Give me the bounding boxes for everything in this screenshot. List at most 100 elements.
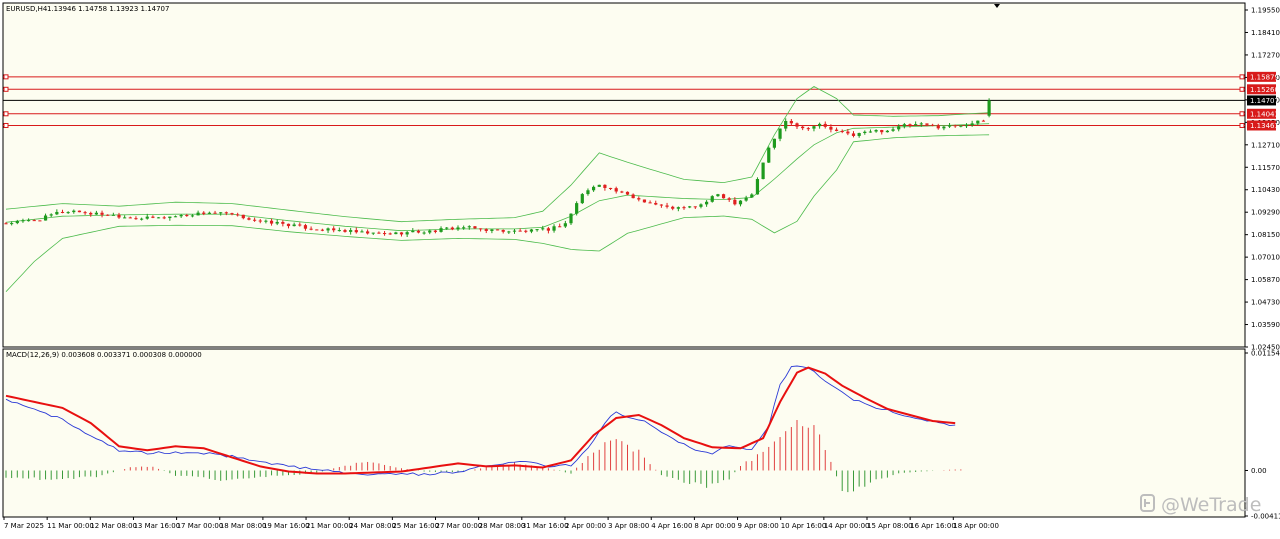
candle-body [529,229,534,232]
candle-body [405,232,409,235]
candle-body [479,228,483,230]
price-tag-label: 1.14707 [1250,97,1279,105]
candle-body [433,230,437,232]
candle-body [693,206,697,208]
x-tick-label: 25 Mar 16:00 [392,522,439,530]
candle-body [128,217,132,219]
candle-body [851,133,856,136]
candle-body [863,131,867,134]
candle-body [931,124,935,126]
candle-body [332,228,336,231]
candle-body [688,206,692,208]
level-handle-right [1239,122,1245,128]
level-handle-left [3,74,9,80]
candle-body [264,220,268,222]
candle-body [738,200,743,205]
candle-body [106,214,110,216]
candle-body [727,198,731,200]
candle-body [891,129,895,131]
watermark-text: @WeTrade [1161,494,1261,516]
candle-body [541,228,545,230]
candle-body [462,227,466,229]
candle-body [857,133,861,136]
candle-body [185,215,189,217]
candle-body [349,230,353,232]
candle-body [43,215,48,221]
candle-body [597,184,601,187]
x-tick-label: 13 Mar 16:00 [133,522,180,530]
candle-body [422,232,426,234]
candle-body [428,230,432,233]
candle-body [761,162,765,180]
y-tick-label: 1.08150 [1251,231,1280,239]
main-chart-area[interactable] [2,2,1246,348]
candle-body [507,231,511,233]
candle-body [168,216,172,219]
candle-body [829,126,833,130]
candle-body [942,126,946,129]
candle-body [699,204,703,207]
x-tick-label: 17 Mar 00:00 [177,522,224,530]
candle-body [286,223,291,227]
candle-body [806,128,810,130]
candle-body [77,210,82,213]
y-tick-label: 1.18410 [1251,29,1280,37]
candle-body [846,131,850,134]
candle-body [552,226,556,231]
candle-body [665,205,669,207]
candle-body [671,206,675,209]
x-tick-label: 4 Apr 16:00 [651,522,692,530]
candle-body [976,120,980,124]
candle-body [750,194,754,198]
macd-panel-area[interactable] [2,348,1246,518]
candle-body [439,228,443,232]
candle-body [173,216,178,218]
macd-y-tick-label: 0.00 [1251,467,1267,475]
x-tick-label: 19 Mar 16:00 [263,522,310,530]
candle-body [72,210,76,213]
y-tick-label: 1.19550 [1251,7,1280,15]
candle-body [236,214,240,216]
candle-body [298,224,302,226]
candle-body [880,130,884,133]
candle-body [371,232,375,234]
candle-body [490,229,494,231]
candle-body [83,212,87,214]
candle-body [467,226,471,228]
candle-body [908,124,912,126]
level-handle-right [1239,111,1245,117]
candle-body [399,232,404,235]
candle-body [473,226,477,229]
candle-body [366,231,370,234]
candle-body [987,100,991,116]
candle-body [484,229,488,231]
price-tag-label: 1.15879 [1250,73,1279,81]
candle-body [21,220,25,222]
candle-body [207,212,211,214]
candle-body [778,128,782,139]
candle-body [326,228,330,231]
x-tick-label: 16 Apr 16:00 [910,522,956,530]
candle-body [625,191,630,195]
level-handle-left [3,122,9,128]
candle-body [518,230,522,232]
candle-body [213,212,217,214]
candle-body [258,220,262,222]
candle-body [190,215,195,217]
candle-body [162,217,166,219]
candle-body [292,224,296,227]
price-tag-label: 1.14043 [1250,110,1279,118]
level-handle-left [3,86,9,92]
x-tick-label: 18 Apr 00:00 [953,522,999,530]
x-tick-label: 31 Mar 16:00 [522,522,569,530]
candle-body [936,125,940,129]
x-tick-label: 9 Apr 08:00 [738,522,779,530]
candle-body [38,220,42,222]
candle-body [416,230,421,233]
y-tick-label: 1.12710 [1251,141,1280,149]
candle-body [575,203,579,214]
price-chart[interactable]: 1.195501.184101.172701.161301.149901.138… [0,0,1280,535]
candle-body [117,214,121,218]
candle-body [580,194,584,204]
candle-body [49,214,53,216]
